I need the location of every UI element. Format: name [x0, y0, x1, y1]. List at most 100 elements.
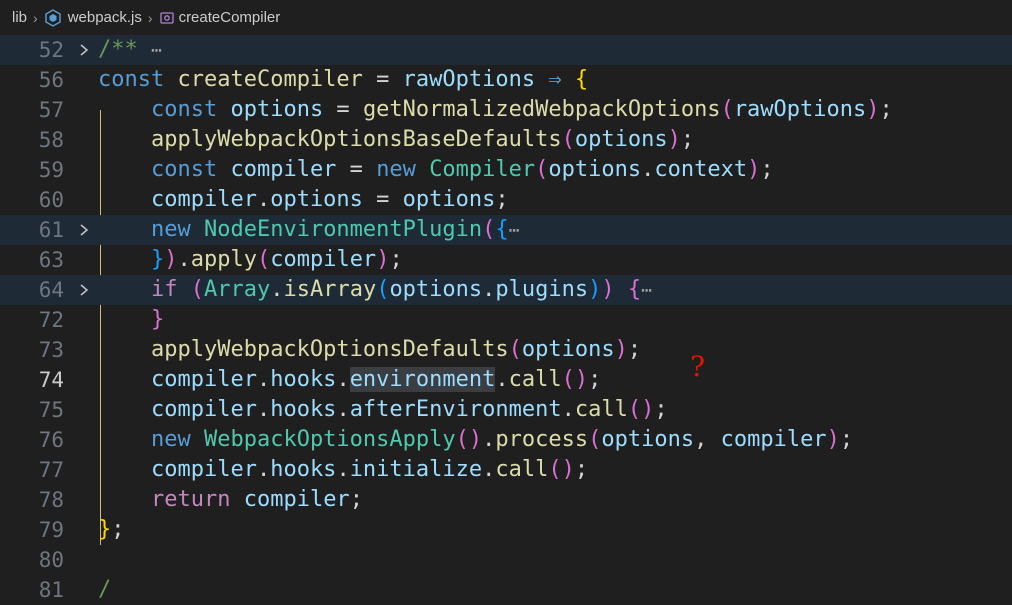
- webpack-cube-icon: [44, 8, 62, 27]
- code-token: (: [376, 276, 390, 302]
- line-number: 52: [38, 38, 64, 62]
- fold-chevron-icon[interactable]: [77, 275, 91, 305]
- breadcrumb-file[interactable]: webpack.js: [68, 9, 142, 26]
- code-text[interactable]: const options = getNormalizedWebpackOpti…: [98, 95, 893, 125]
- code-token: ;: [111, 517, 125, 542]
- code-token: ): [667, 127, 681, 152]
- code-token: ): [614, 337, 628, 362]
- fold-chevron-icon[interactable]: [77, 35, 91, 65]
- code-text[interactable]: /: [98, 575, 111, 605]
- line-number: 56: [38, 68, 64, 92]
- code-line[interactable]: 73 applyWebpackOptionsDefaults(options);: [0, 335, 1012, 365]
- code-token: afterEnvironment: [349, 397, 562, 422]
- code-line[interactable]: 75 compiler.hooks.afterEnvironment.call(…: [0, 395, 1012, 425]
- code-token: applyWebpackOptionsBaseDefaults: [150, 127, 562, 152]
- line-number: 73: [38, 338, 64, 362]
- code-line[interactable]: 59 const compiler = new Compiler(options…: [0, 155, 1012, 185]
- breadcrumb-symbol[interactable]: createCompiler: [179, 9, 281, 26]
- chevron-right-icon: ›: [147, 9, 153, 26]
- code-token: .: [336, 367, 350, 392]
- code-text[interactable]: compiler.hooks.environment.call();: [98, 365, 601, 395]
- code-token: {: [574, 67, 589, 92]
- code-token: (: [256, 247, 271, 272]
- code-text[interactable]: new WebpackOptionsApply().process(option…: [98, 425, 853, 455]
- code-text[interactable]: return compiler;: [98, 485, 363, 515]
- line-number: 80: [38, 548, 64, 572]
- code-line[interactable]: 80: [0, 545, 1012, 575]
- code-line[interactable]: 52 /** ⋯: [0, 35, 1012, 65]
- code-token: new: [150, 216, 191, 242]
- code-token: ;: [588, 367, 602, 392]
- code-text[interactable]: applyWebpackOptionsDefaults(options);: [98, 335, 641, 365]
- code-line[interactable]: 56 const createCompiler = rawOptions ⇒ {: [0, 65, 1012, 95]
- code-token: (): [548, 457, 575, 482]
- code-text[interactable]: new NodeEnvironmentPlugin({⋯: [98, 215, 520, 246]
- code-token: createCompiler: [177, 67, 363, 92]
- code-line[interactable]: 76 new WebpackOptionsApply().process(opt…: [0, 425, 1012, 455]
- code-token: isArray: [283, 276, 377, 302]
- code-text[interactable]: compiler.hooks.initialize.call();: [98, 455, 588, 485]
- code-token: applyWebpackOptionsDefaults: [150, 337, 509, 362]
- code-token: plugins: [495, 276, 589, 302]
- code-token: call: [495, 457, 549, 482]
- code-text[interactable]: applyWebpackOptionsBaseDefaults(options)…: [98, 125, 694, 155]
- code-token: =: [323, 97, 363, 122]
- code-editor[interactable]: 52 /** ⋯ 56 const createCompiler = rawOptio…: [0, 35, 1012, 602]
- code-text[interactable]: /** ⋯: [98, 35, 162, 66]
- code-line[interactable]: 57 const options = getNormalizedWebpackO…: [0, 95, 1012, 125]
- code-text[interactable]: compiler.options = options;: [98, 185, 509, 215]
- code-text[interactable]: const createCompiler = rawOptions ⇒ {: [98, 65, 588, 95]
- code-token: apply: [190, 247, 257, 272]
- code-text[interactable]: };: [98, 515, 125, 545]
- code-line[interactable]: 72 }: [0, 305, 1012, 335]
- breadcrumb: lib › webpack.js › createCompiler: [0, 0, 1012, 35]
- breadcrumb-folder[interactable]: lib: [12, 9, 27, 26]
- code-line[interactable]: 78 return compiler;: [0, 485, 1012, 515]
- code-line[interactable]: 64 if (Array.isArray(options.plugins)) {…: [0, 275, 1012, 305]
- code-line[interactable]: 61 new NodeEnvironmentPlugin({⋯: [0, 215, 1012, 245]
- code-token: .: [256, 397, 271, 422]
- code-line[interactable]: 63 }).apply(compiler);: [0, 245, 1012, 275]
- code-token: ): [588, 276, 602, 302]
- code-text[interactable]: }).apply(compiler);: [98, 245, 403, 275]
- method-icon: [159, 10, 175, 26]
- code-token: (: [482, 216, 496, 242]
- code-token: ;: [627, 337, 642, 362]
- code-token: (): [561, 367, 589, 392]
- code-token: new: [376, 157, 416, 182]
- code-token: .: [336, 397, 350, 422]
- chevron-right-icon: ›: [33, 9, 38, 26]
- code-line[interactable]: 77 compiler.hooks.initialize.call();: [0, 455, 1012, 485]
- code-text[interactable]: if (Array.isArray(options.plugins)) {⋯: [98, 275, 652, 306]
- code-token: (): [455, 427, 483, 452]
- fold-chevron-icon[interactable]: [77, 215, 91, 245]
- code-line[interactable]: 81 /: [0, 575, 1012, 605]
- code-token: call: [574, 397, 628, 422]
- folded-ellipsis: ⋯: [508, 219, 520, 241]
- code-line[interactable]: 58 applyWebpackOptionsBaseDefaults(optio…: [0, 125, 1012, 155]
- line-number: 77: [38, 458, 64, 482]
- code-token: (: [561, 127, 575, 152]
- code-line[interactable]: 60 compiler.options = options;: [0, 185, 1012, 215]
- code-line[interactable]: 79};: [0, 515, 1012, 545]
- code-text[interactable]: }: [98, 305, 164, 335]
- code-text[interactable]: const compiler = new Compiler(options.co…: [98, 155, 774, 185]
- code-token: (: [190, 276, 204, 302]
- line-number: 60: [38, 188, 64, 212]
- code-line[interactable]: 74 compiler.hooks.environment.call();: [0, 365, 1012, 395]
- code-token: options: [402, 187, 496, 212]
- code-token: context: [654, 157, 748, 182]
- code-token: (): [627, 397, 655, 422]
- code-token: rawOptions: [402, 67, 536, 92]
- code-token: hooks: [270, 367, 337, 392]
- code-text[interactable]: compiler.hooks.afterEnvironment.call();: [98, 395, 668, 425]
- code-token: .: [256, 187, 271, 212]
